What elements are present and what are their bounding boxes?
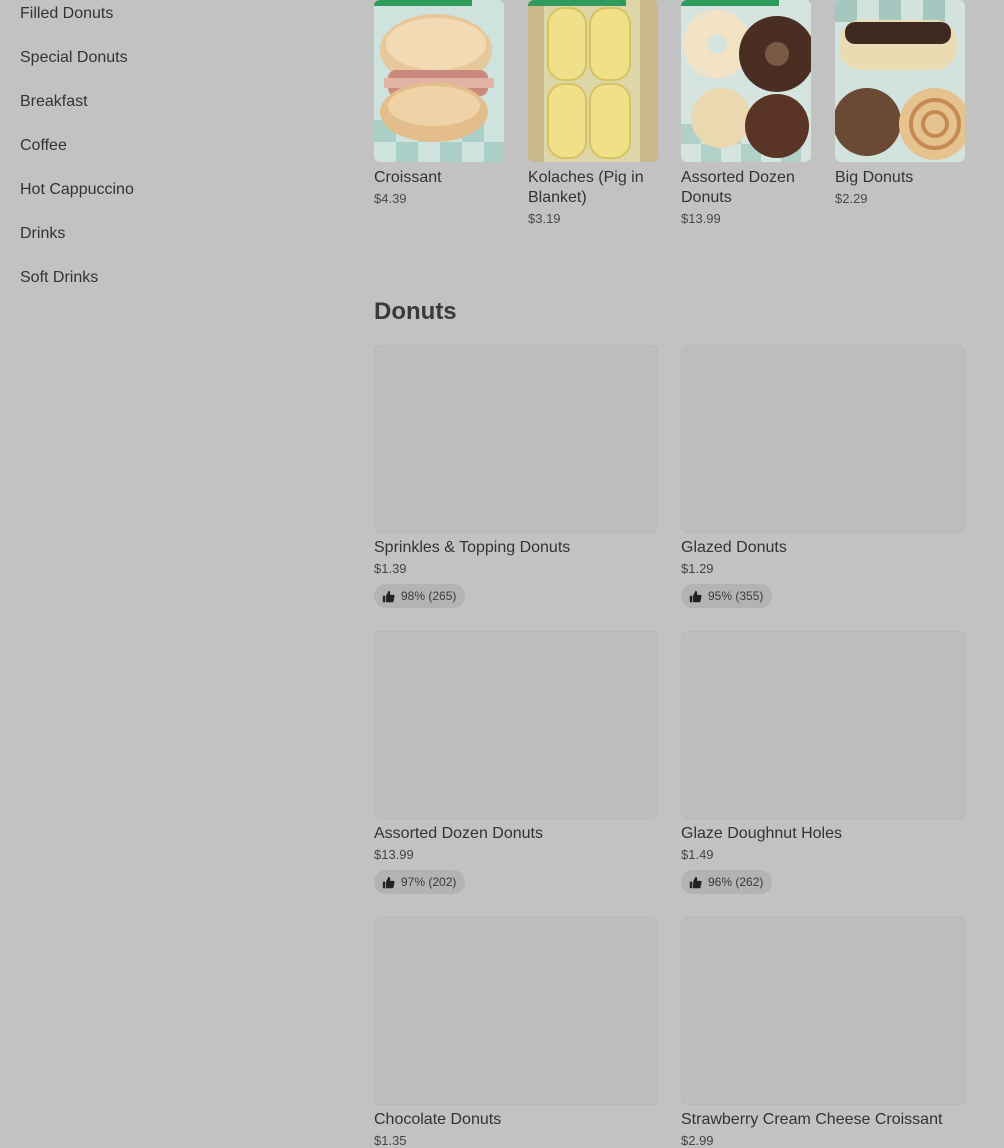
item-name: Glaze Doughnut Holes [681,825,842,842]
featured-item-price: $4.39 [374,191,407,206]
menu-item-card[interactable]: Glaze Doughnut Holes $1.49 96% (262) [681,631,965,894]
thumbs-up-icon [382,590,395,602]
item-price: $13.99 [374,847,414,862]
item-image-placeholder [374,631,658,819]
featured-item-name: Assorted Dozen Donuts [681,169,795,206]
sidebar-item-hot-cappuccino[interactable]: Hot Cappuccino [20,180,134,200]
featured-item-name: Big Donuts [835,169,914,186]
assorted-donuts-photo [681,0,811,162]
menu-item-card[interactable]: Assorted Dozen Donuts $13.99 97% (202) [374,631,658,894]
item-image-placeholder [681,917,965,1105]
featured-item-price: $13.99 [681,211,721,226]
rating-badge: 96% (262) [681,870,773,894]
item-price: $1.35 [374,1133,407,1148]
item-image-placeholder [681,631,965,819]
featured-item-name: Croissant [374,169,442,186]
featured-item-price: $2.29 [835,191,868,206]
sidebar-item-coffee[interactable]: Coffee [20,136,67,156]
sidebar-item-drinks[interactable]: Drinks [20,224,65,244]
kolaches-photo [528,0,658,162]
item-image-placeholder [374,917,658,1105]
rating-badge: 97% (202) [374,870,466,894]
menu-item-card[interactable]: Strawberry Cream Cheese Croissant $2.99 [681,917,965,1148]
rating-text: 98% (265) [401,589,457,603]
rating-badge: 95% (355) [681,584,773,608]
rating-text: 96% (262) [708,875,764,889]
rating-text: 95% (355) [708,589,764,603]
croissant-photo [374,0,504,162]
section-title-donuts: Donuts [374,298,457,325]
rating-badge: 98% (265) [374,584,466,608]
sidebar-item-soft-drinks[interactable]: Soft Drinks [20,268,98,288]
featured-item-name: Kolaches (Pig in Blanket) [528,169,644,206]
item-price: $2.99 [681,1133,714,1148]
big-donuts-photo [835,0,965,162]
item-name: Assorted Dozen Donuts [374,825,543,842]
menu-item-card[interactable]: Glazed Donuts $1.29 95% (355) [681,345,965,608]
item-image-placeholder [374,345,658,533]
item-image-placeholder [681,345,965,533]
featured-item-croissant[interactable]: Croissant $4.39 [374,0,504,206]
thumbs-up-icon [689,876,702,888]
featured-item-price: $3.19 [528,211,561,226]
item-price: $1.49 [681,847,714,862]
sidebar-item-special-donuts[interactable]: Special Donuts [20,48,128,68]
featured-item-big-donuts[interactable]: Big Donuts $2.29 [835,0,965,206]
thumbs-up-icon [382,876,395,888]
rating-text: 97% (202) [401,875,457,889]
featured-item-assorted-dozen[interactable]: Assorted Dozen Donuts $13.99 [681,0,811,226]
thumbs-up-icon [689,590,702,602]
menu-item-card[interactable]: Sprinkles & Topping Donuts $1.39 98% (26… [374,345,658,608]
item-price: $1.29 [681,561,714,576]
sidebar-item-filled-donuts[interactable]: Filled Donuts [20,4,113,24]
item-name: Chocolate Donuts [374,1111,502,1128]
item-name: Glazed Donuts [681,539,787,556]
menu-item-card[interactable]: Chocolate Donuts $1.35 [374,917,658,1148]
featured-item-kolaches[interactable]: Kolaches (Pig in Blanket) $3.19 [528,0,658,226]
sidebar-item-breakfast[interactable]: Breakfast [20,92,88,112]
item-name: Sprinkles & Topping Donuts [374,539,571,556]
item-name: Strawberry Cream Cheese Croissant [681,1111,943,1128]
item-price: $1.39 [374,561,407,576]
